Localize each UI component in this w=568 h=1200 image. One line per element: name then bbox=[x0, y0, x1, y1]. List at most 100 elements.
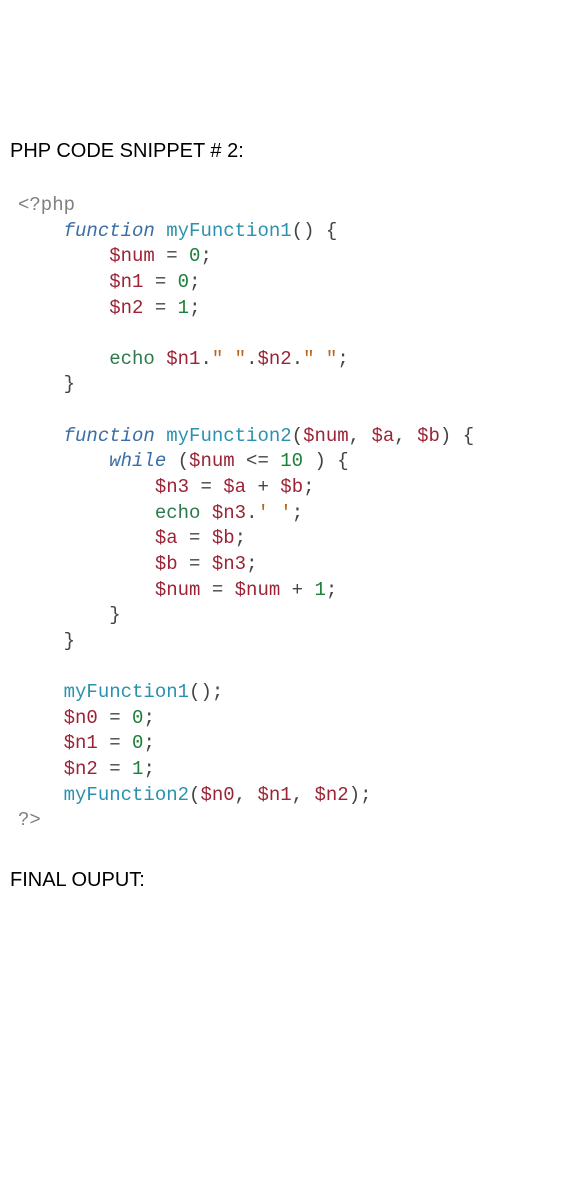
punct: ; bbox=[303, 476, 314, 498]
punct: . bbox=[292, 348, 303, 370]
func-name-2: myFunction2 bbox=[166, 425, 291, 447]
var-a: $a bbox=[155, 527, 178, 549]
var-a: $a bbox=[223, 476, 246, 498]
punct: ; bbox=[143, 707, 154, 729]
num: 0 bbox=[132, 732, 143, 754]
punct: = bbox=[189, 476, 223, 498]
var-n2: $n2 bbox=[257, 348, 291, 370]
punct: } bbox=[64, 373, 75, 395]
var-b: $b bbox=[417, 425, 440, 447]
var-num: $num bbox=[235, 579, 281, 601]
keyword-while: while bbox=[109, 450, 166, 472]
punct: ) bbox=[303, 220, 314, 242]
punct: ; bbox=[235, 527, 246, 549]
var-n3: $n3 bbox=[212, 502, 246, 524]
string: " " bbox=[303, 348, 337, 370]
punct: } bbox=[64, 630, 75, 652]
var-n1: $n1 bbox=[257, 784, 291, 806]
var-num: $num bbox=[189, 450, 235, 472]
punct: { bbox=[463, 425, 474, 447]
punct: ; bbox=[337, 348, 348, 370]
punct: , bbox=[349, 425, 372, 447]
string: " " bbox=[212, 348, 246, 370]
punct: , bbox=[394, 425, 417, 447]
var-a: $a bbox=[371, 425, 394, 447]
punct: . bbox=[200, 348, 211, 370]
punct: { bbox=[337, 450, 348, 472]
keyword-function: function bbox=[64, 220, 155, 242]
punct: { bbox=[326, 220, 337, 242]
var-n3: $n3 bbox=[155, 476, 189, 498]
keyword-function: function bbox=[64, 425, 155, 447]
punct: ( bbox=[189, 784, 200, 806]
punct: = bbox=[143, 271, 177, 293]
var-b: $b bbox=[212, 527, 235, 549]
var-b: $b bbox=[155, 553, 178, 575]
code-block: <?php function myFunction1() { $num = 0;… bbox=[18, 193, 558, 834]
php-open-tag: <?php bbox=[18, 194, 75, 216]
func-call-2: myFunction2 bbox=[64, 784, 189, 806]
punct: ; bbox=[326, 579, 337, 601]
var-b: $b bbox=[280, 476, 303, 498]
punct: = bbox=[98, 707, 132, 729]
var-num: $num bbox=[303, 425, 349, 447]
punct: = bbox=[155, 245, 189, 267]
var-num: $num bbox=[109, 245, 155, 267]
punct: ( bbox=[178, 450, 189, 472]
punct: . bbox=[246, 502, 257, 524]
keyword-echo: echo bbox=[155, 502, 201, 524]
var-n1: $n1 bbox=[166, 348, 200, 370]
var-n0: $n0 bbox=[64, 707, 98, 729]
num: 1 bbox=[314, 579, 325, 601]
func-call-1: myFunction1 bbox=[64, 681, 189, 703]
punct: ; bbox=[143, 758, 154, 780]
punct: ; bbox=[200, 245, 211, 267]
var-n2: $n2 bbox=[109, 297, 143, 319]
punct: = bbox=[200, 579, 234, 601]
num: 0 bbox=[132, 707, 143, 729]
punct: + bbox=[280, 579, 314, 601]
var-num: $num bbox=[155, 579, 201, 601]
var-n1: $n1 bbox=[64, 732, 98, 754]
punct: ; bbox=[143, 732, 154, 754]
var-n3: $n3 bbox=[212, 553, 246, 575]
num: 10 bbox=[280, 450, 303, 472]
punct: ; bbox=[360, 784, 371, 806]
punct: = bbox=[143, 297, 177, 319]
num: 1 bbox=[132, 758, 143, 780]
punct: ) bbox=[440, 425, 451, 447]
keyword-echo: echo bbox=[109, 348, 155, 370]
php-close-tag: ?> bbox=[18, 809, 41, 831]
num: 0 bbox=[178, 271, 189, 293]
punct: ) bbox=[200, 681, 211, 703]
punct: ) bbox=[314, 450, 325, 472]
string: ' ' bbox=[257, 502, 291, 524]
document-page: PHP CODE SNIPPET # 2: <?php function myF… bbox=[0, 0, 568, 892]
punct: ) bbox=[349, 784, 360, 806]
punct: , bbox=[292, 784, 315, 806]
punct: ( bbox=[292, 220, 303, 242]
punct: ; bbox=[212, 681, 223, 703]
num: 0 bbox=[189, 245, 200, 267]
punct: ; bbox=[292, 502, 303, 524]
punct: <= bbox=[235, 450, 281, 472]
var-n2: $n2 bbox=[315, 784, 349, 806]
var-n2: $n2 bbox=[64, 758, 98, 780]
punct: = bbox=[178, 553, 212, 575]
punct: = bbox=[98, 758, 132, 780]
num: 1 bbox=[178, 297, 189, 319]
punct: = bbox=[178, 527, 212, 549]
var-n0: $n0 bbox=[200, 784, 234, 806]
punct: ( bbox=[292, 425, 303, 447]
punct: + bbox=[246, 476, 280, 498]
punct: . bbox=[246, 348, 257, 370]
punct: ( bbox=[189, 681, 200, 703]
final-output-heading: FINAL OUPUT: bbox=[10, 869, 558, 892]
punct: ; bbox=[189, 271, 200, 293]
var-n1: $n1 bbox=[109, 271, 143, 293]
func-name-1: myFunction1 bbox=[166, 220, 291, 242]
punct: } bbox=[109, 604, 120, 626]
punct: ; bbox=[246, 553, 257, 575]
punct: ; bbox=[189, 297, 200, 319]
punct: , bbox=[235, 784, 258, 806]
